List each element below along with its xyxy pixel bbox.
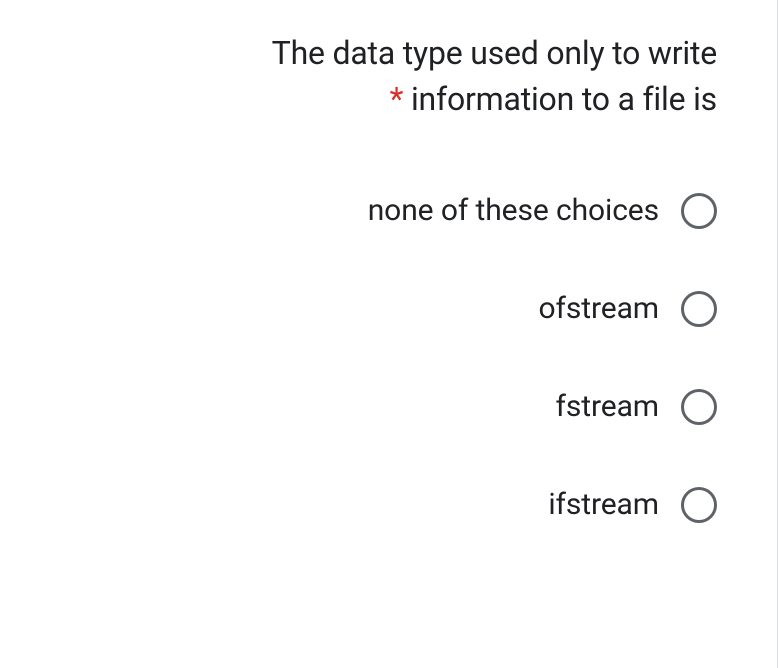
option-label: fstream — [556, 389, 659, 424]
option-none[interactable]: none of these choices — [368, 193, 717, 229]
question-line-1: The data type used only to write — [272, 34, 717, 72]
radio-icon[interactable] — [681, 487, 717, 523]
radio-icon[interactable] — [681, 389, 717, 425]
option-label: none of these choices — [368, 193, 659, 228]
option-label: ifstream — [548, 487, 659, 522]
option-ifstream[interactable]: ifstream — [548, 487, 717, 523]
radio-icon[interactable] — [681, 193, 717, 229]
option-fstream[interactable]: fstream — [556, 389, 717, 425]
option-ofstream[interactable]: ofstream — [539, 291, 717, 327]
option-label: ofstream — [539, 291, 659, 326]
radio-icon[interactable] — [681, 291, 717, 327]
question-line-2: information to a file is — [411, 80, 717, 118]
required-asterisk: * — [390, 80, 404, 118]
options-group: none of these choices ofstream fstream i… — [80, 193, 717, 523]
question-text: The data type used only to write * infor… — [80, 30, 717, 123]
question-card: The data type used only to write * infor… — [0, 0, 778, 668]
